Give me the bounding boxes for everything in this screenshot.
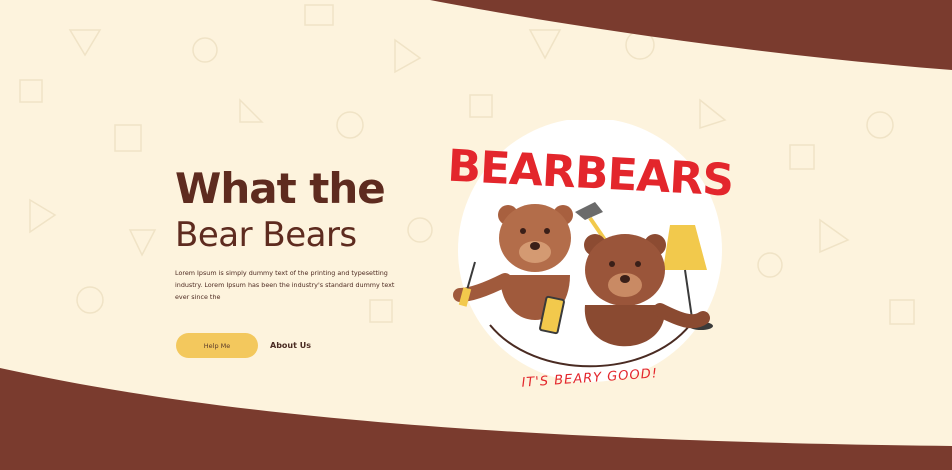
hero-actions: Help Me About Us — [176, 333, 311, 358]
bearbears-logo: BEARBEARS IT'S BEARY GOOD! — [446, 120, 734, 390]
help-me-button[interactable]: Help Me — [176, 333, 258, 358]
hero-text: What the Bear Bears Lorem Ipsum is simpl… — [175, 166, 435, 303]
hero-title-line2: Bear Bears — [175, 215, 357, 255]
hero-description: Lorem Ipsum is simply dummy text of the … — [175, 269, 395, 301]
hero-title-line1: What the — [175, 164, 386, 213]
about-us-link[interactable]: About Us — [270, 341, 311, 350]
top-wave — [430, 0, 952, 70]
